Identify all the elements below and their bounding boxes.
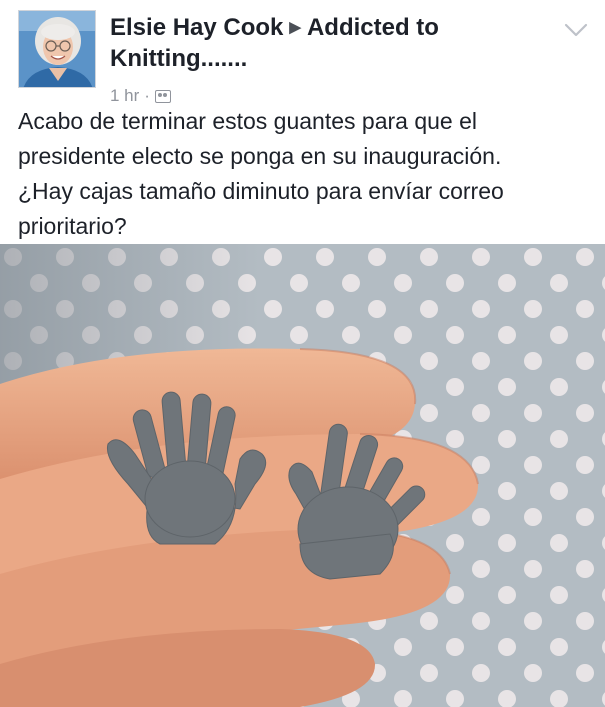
meta-separator: · — [144, 86, 150, 105]
shared-to-arrow-icon: ▶ — [289, 19, 301, 36]
author-name-link[interactable]: Elsie Hay Cook — [110, 14, 283, 41]
post-photo[interactable] — [0, 244, 605, 707]
avatar-portrait — [19, 11, 95, 87]
knitted-gloves-photo — [0, 244, 605, 707]
post-title-line: Elsie Hay Cook ▶ Addicted to Knitting.....… — [110, 12, 550, 74]
author-avatar[interactable] — [18, 10, 96, 88]
post-header: Elsie Hay Cook ▶ Addicted to Knitting.....… — [0, 0, 605, 108]
post-text: Acabo de terminar estos guantes para que… — [18, 108, 504, 239]
group-icon — [154, 89, 171, 103]
chevron-down-icon[interactable] — [563, 20, 589, 40]
post-timestamp[interactable]: 1 hr — [110, 86, 139, 106]
